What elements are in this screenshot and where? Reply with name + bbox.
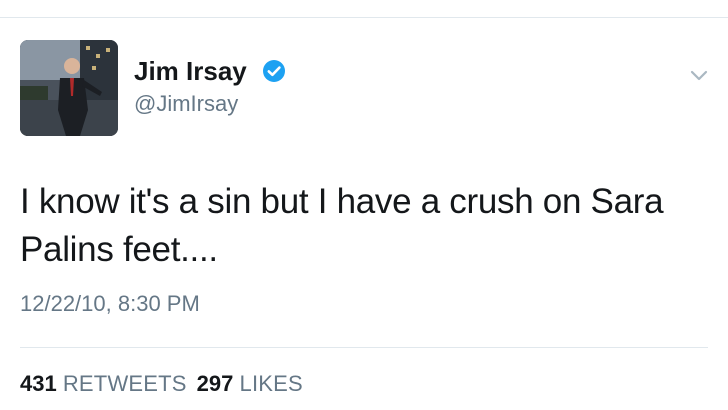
retweets-label: RETWEETS [62, 371, 187, 396]
likes-stat[interactable]: 297 LIKES [197, 371, 303, 396]
tweet-timestamp[interactable]: 12/22/10, 8:30 PM [20, 290, 200, 318]
stats-divider [20, 347, 708, 348]
avatar[interactable] [20, 40, 118, 136]
profile-photo-icon [20, 40, 118, 136]
retweets-count: 431 [20, 371, 57, 396]
tweet-stats: 431 RETWEETS 297 LIKES [20, 370, 303, 398]
likes-label: LIKES [239, 371, 303, 396]
author-handle[interactable]: @JimIrsay [134, 90, 238, 118]
top-divider [0, 17, 728, 18]
verified-badge-icon [263, 60, 285, 82]
likes-count: 297 [196, 371, 234, 396]
author-display-name[interactable]: Jim Irsay [134, 56, 247, 86]
retweets-stat[interactable]: 431 RETWEETS [20, 371, 187, 396]
tweet-text: I know it's a sin but I have a crush on … [20, 182, 664, 269]
chevron-down-icon[interactable] [686, 62, 712, 88]
